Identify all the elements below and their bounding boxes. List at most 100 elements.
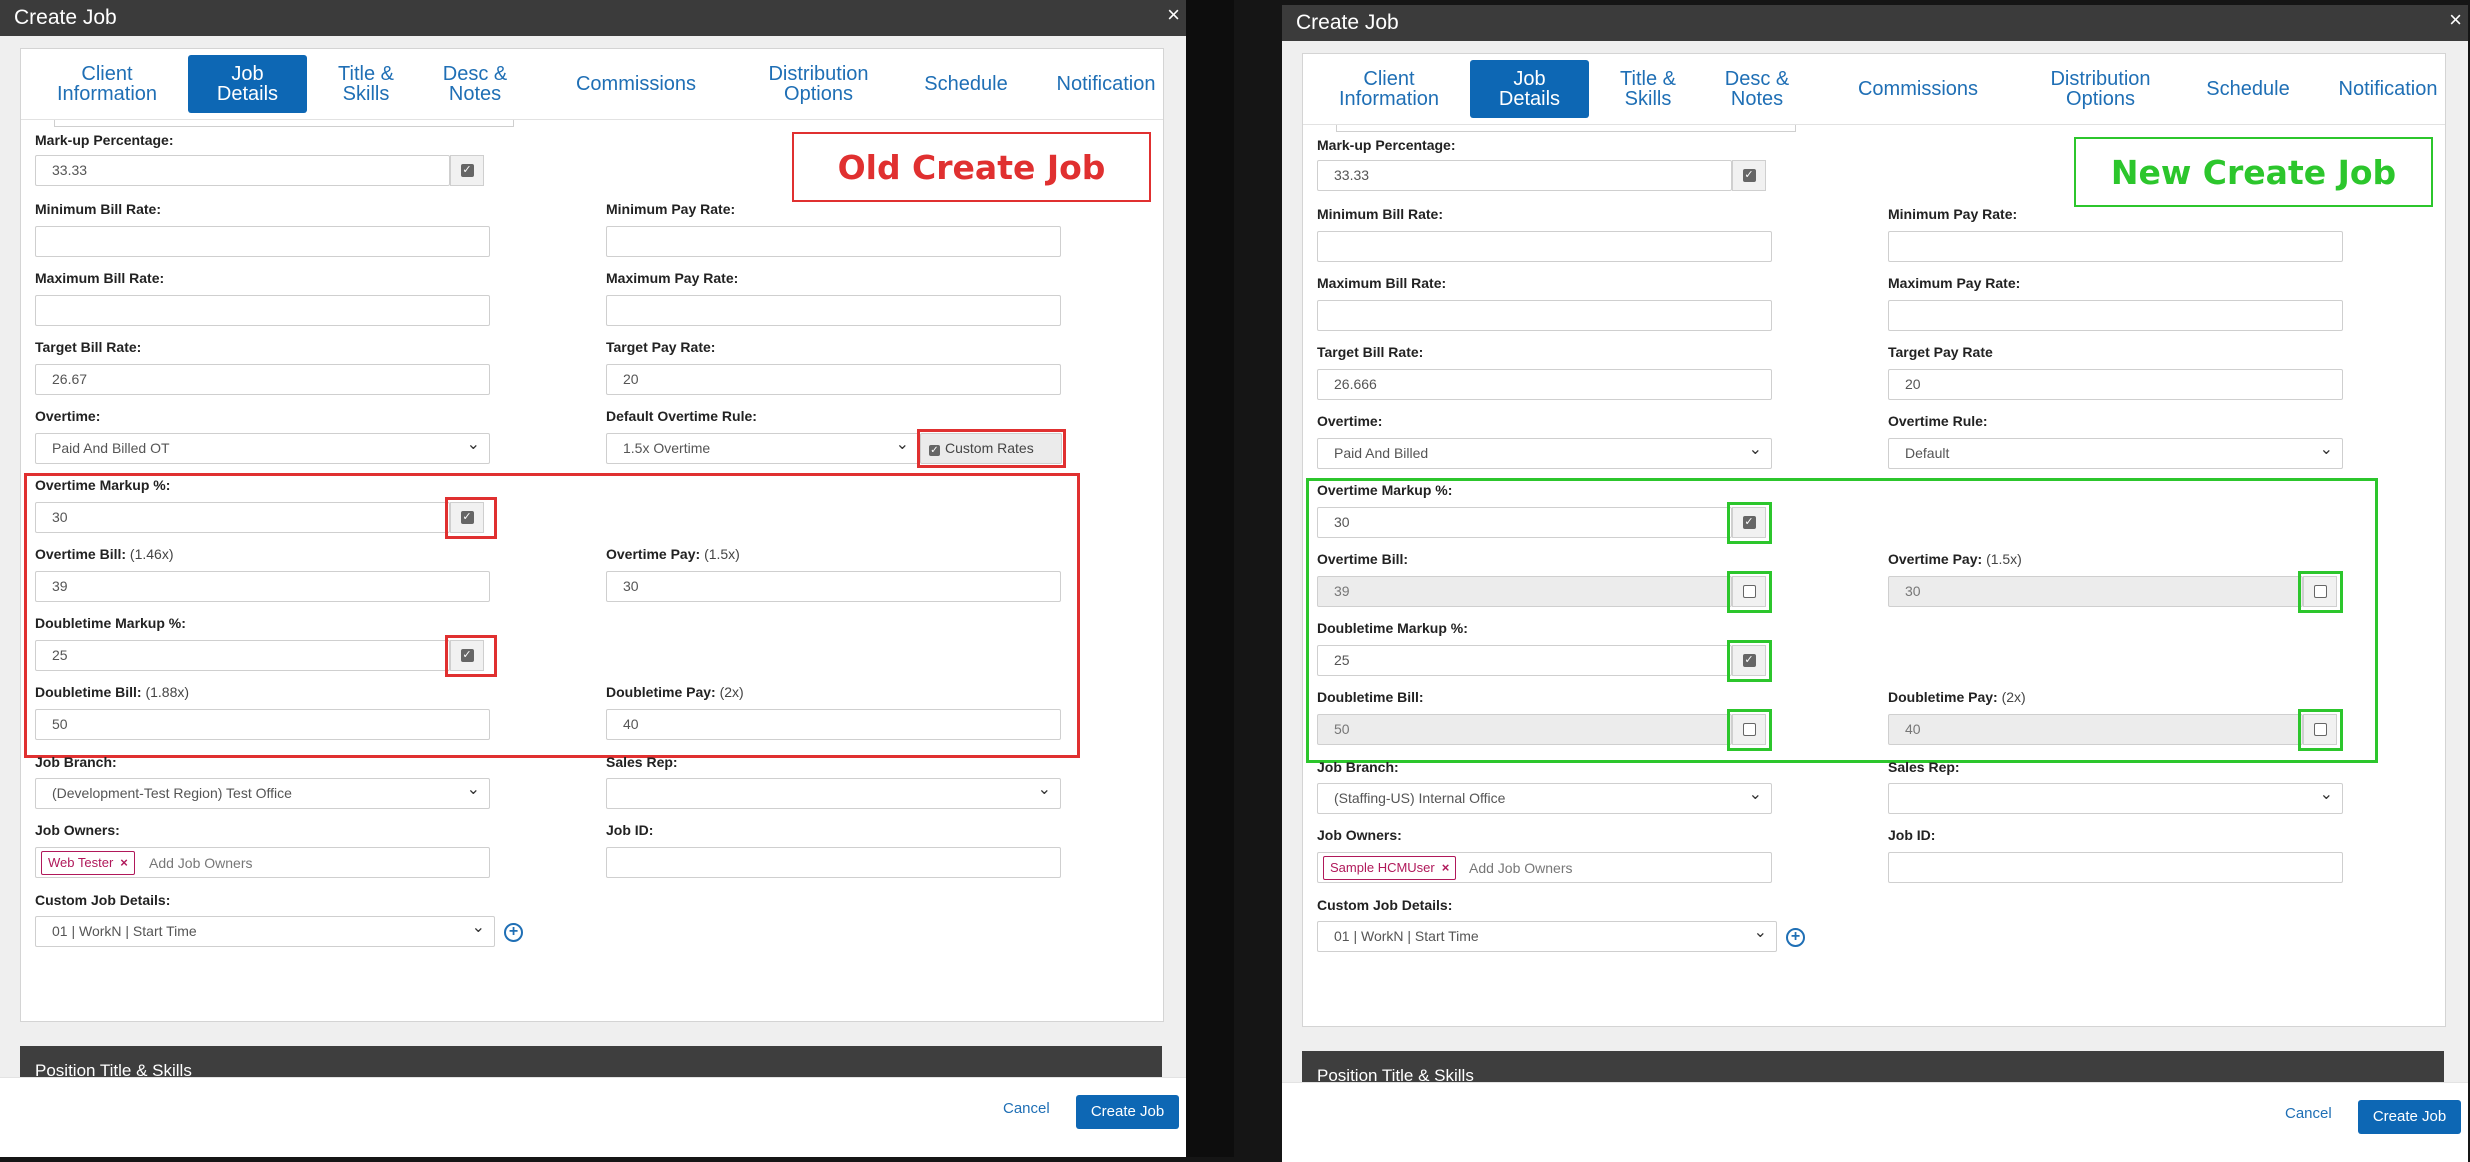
doubletime-markup-input[interactable]: 25	[1317, 645, 1732, 676]
overtime-markup-label: Overtime Markup %:	[35, 477, 171, 493]
doubletime-bill-input[interactable]: 50	[35, 709, 490, 740]
custom-rates-toggle[interactable]: ✓ Custom Rates	[920, 433, 1062, 464]
add-circle-icon[interactable]: +	[1786, 928, 1805, 947]
tab-title-skills[interactable]: Title & Skills	[1606, 60, 1690, 118]
min-pay-rate-input[interactable]	[1888, 231, 2343, 262]
section-position-title-skills[interactable]: Position Title & Skills	[20, 1046, 1162, 1077]
dialog-footer: Cancel Create Job	[0, 1077, 1186, 1157]
overtime-bill-input[interactable]: 39	[35, 571, 490, 602]
overtime-pay-input[interactable]: 30	[606, 571, 1061, 602]
dialog-title: Create Job	[1282, 5, 2468, 41]
job-details-card: Client Information Job Details Title & S…	[1302, 53, 2446, 1027]
doubletime-bill-input[interactable]: 50	[1317, 714, 1732, 745]
custom-job-details-label: Custom Job Details:	[35, 892, 171, 908]
doubletime-bill-label: Doubletime Bill:	[1317, 689, 1424, 705]
tab-job-details[interactable]: Job Details	[188, 55, 307, 113]
target-bill-rate-input[interactable]: 26.666	[1317, 369, 1772, 400]
cancel-button[interactable]: Cancel	[2285, 1105, 2332, 1122]
min-bill-rate-input[interactable]	[1317, 231, 1772, 262]
min-pay-rate-input[interactable]	[606, 226, 1061, 257]
doubletime-pay-input[interactable]: 40	[1888, 714, 2303, 745]
tab-commissions[interactable]: Commissions	[1823, 60, 2013, 118]
cancel-button[interactable]: Cancel	[1003, 1100, 1050, 1117]
min-pay-rate-label: Minimum Pay Rate:	[606, 201, 736, 217]
target-pay-rate-label: Target Pay Rate:	[606, 339, 716, 355]
target-pay-rate-input[interactable]: 20	[1888, 369, 2343, 400]
default-overtime-rule-select[interactable]: 1.5x Overtime	[606, 430, 919, 464]
tab-schedule[interactable]: Schedule	[891, 55, 1041, 113]
doubletime-bill-checkbox[interactable]	[1732, 714, 1766, 745]
markup-percentage-label: Mark-up Percentage:	[35, 132, 174, 148]
tab-distribution-options[interactable]: Distribution Options	[731, 55, 906, 113]
checkbox-checked-icon: ✓	[460, 511, 474, 524]
doubletime-markup-checkbox[interactable]: ✓	[1732, 645, 1766, 676]
tab-client-information[interactable]: Client Information	[42, 55, 172, 113]
add-circle-icon[interactable]: +	[504, 923, 523, 942]
overtime-markup-checkbox[interactable]: ✓	[450, 502, 484, 533]
doubletime-markup-checkbox[interactable]: ✓	[450, 640, 484, 671]
remove-tag-icon[interactable]: ×	[120, 855, 128, 870]
overtime-bill-input[interactable]: 39	[1317, 576, 1732, 607]
markup-percentage-input[interactable]: 33.33	[1317, 160, 1732, 191]
tab-client-information[interactable]: Client Information	[1324, 60, 1454, 118]
max-pay-rate-label: Maximum Pay Rate:	[606, 270, 739, 286]
create-job-button[interactable]: Create Job	[2358, 1100, 2461, 1134]
job-id-input[interactable]	[1888, 852, 2343, 883]
min-bill-rate-input[interactable]	[35, 226, 490, 257]
dialog-body[interactable]: Client Information Job Details Title & S…	[0, 36, 1186, 1077]
tab-distribution-options[interactable]: Distribution Options	[2013, 60, 2188, 118]
overtime-select[interactable]: Paid And Billed	[1317, 435, 1772, 469]
section-position-title-skills[interactable]: Position Title & Skills	[1302, 1051, 2444, 1082]
overtime-label: Overtime:	[35, 408, 101, 424]
remove-tag-icon[interactable]: ×	[1442, 860, 1450, 875]
markup-percentage-checkbox[interactable]: ✓	[450, 155, 484, 186]
old-create-job-dialog: Create Job × Client Information Job Deta…	[0, 0, 1186, 1157]
job-branch-select[interactable]: (Development-Test Region) Test Office	[35, 775, 490, 809]
checkbox-checked-icon: ✓	[460, 649, 474, 662]
new-create-job-annotation: New Create Job	[2074, 137, 2433, 207]
markup-percentage-checkbox[interactable]: ✓	[1732, 160, 1766, 191]
max-bill-rate-input[interactable]	[1317, 300, 1772, 331]
target-bill-rate-input[interactable]: 26.67	[35, 364, 490, 395]
tab-job-details[interactable]: Job Details	[1470, 60, 1589, 118]
tab-notification[interactable]: Notification	[2313, 60, 2445, 118]
tab-desc-notes[interactable]: Desc & Notes	[425, 55, 525, 113]
checkbox-unchecked-icon	[1742, 585, 1756, 598]
tab-title-skills[interactable]: Title & Skills	[324, 55, 408, 113]
markup-percentage-input[interactable]: 33.33	[35, 155, 450, 186]
max-pay-rate-input[interactable]	[1888, 300, 2343, 331]
tab-commissions[interactable]: Commissions	[541, 55, 731, 113]
sales-rep-select[interactable]	[606, 775, 1061, 809]
create-job-button[interactable]: Create Job	[1076, 1095, 1179, 1129]
truncated-field	[1336, 125, 1796, 132]
checkbox-checked-icon: ✓	[1742, 169, 1756, 182]
doubletime-pay-checkbox[interactable]	[2303, 714, 2337, 745]
tab-bar: Client Information Job Details Title & S…	[1303, 54, 2445, 125]
max-bill-rate-input[interactable]	[35, 295, 490, 326]
custom-job-details-select[interactable]: 01 | WorkN | Start Time	[1317, 918, 1777, 952]
tab-notification[interactable]: Notification	[1031, 55, 1163, 113]
overtime-pay-input[interactable]: 30	[1888, 576, 2303, 607]
target-pay-rate-input[interactable]: 20	[606, 364, 1061, 395]
overtime-pay-checkbox[interactable]	[2303, 576, 2337, 607]
close-icon[interactable]: ×	[2449, 5, 2462, 35]
old-create-job-annotation: Old Create Job	[792, 132, 1151, 202]
overtime-markup-input[interactable]: 30	[35, 502, 450, 533]
doubletime-pay-input[interactable]: 40	[606, 709, 1061, 740]
tab-schedule[interactable]: Schedule	[2173, 60, 2323, 118]
max-pay-rate-input[interactable]	[606, 295, 1061, 326]
doubletime-markup-input[interactable]: 25	[35, 640, 450, 671]
job-id-input[interactable]	[606, 847, 1061, 878]
tab-desc-notes[interactable]: Desc & Notes	[1707, 60, 1807, 118]
job-branch-select[interactable]: (Staffing-US) Internal Office	[1317, 780, 1772, 814]
close-icon[interactable]: ×	[1167, 0, 1180, 30]
new-create-job-dialog: Create Job × Client Information Job Deta…	[1234, 0, 2468, 1162]
overtime-rule-select[interactable]: Default	[1888, 435, 2343, 469]
custom-job-details-select[interactable]: 01 | WorkN | Start Time	[35, 913, 495, 947]
sales-rep-select[interactable]	[1888, 780, 2343, 814]
dialog-body[interactable]: Client Information Job Details Title & S…	[1282, 41, 2468, 1082]
overtime-bill-checkbox[interactable]	[1732, 576, 1766, 607]
overtime-select[interactable]: Paid And Billed OT	[35, 430, 490, 464]
overtime-markup-checkbox[interactable]: ✓	[1732, 507, 1766, 538]
overtime-markup-input[interactable]: 30	[1317, 507, 1732, 538]
